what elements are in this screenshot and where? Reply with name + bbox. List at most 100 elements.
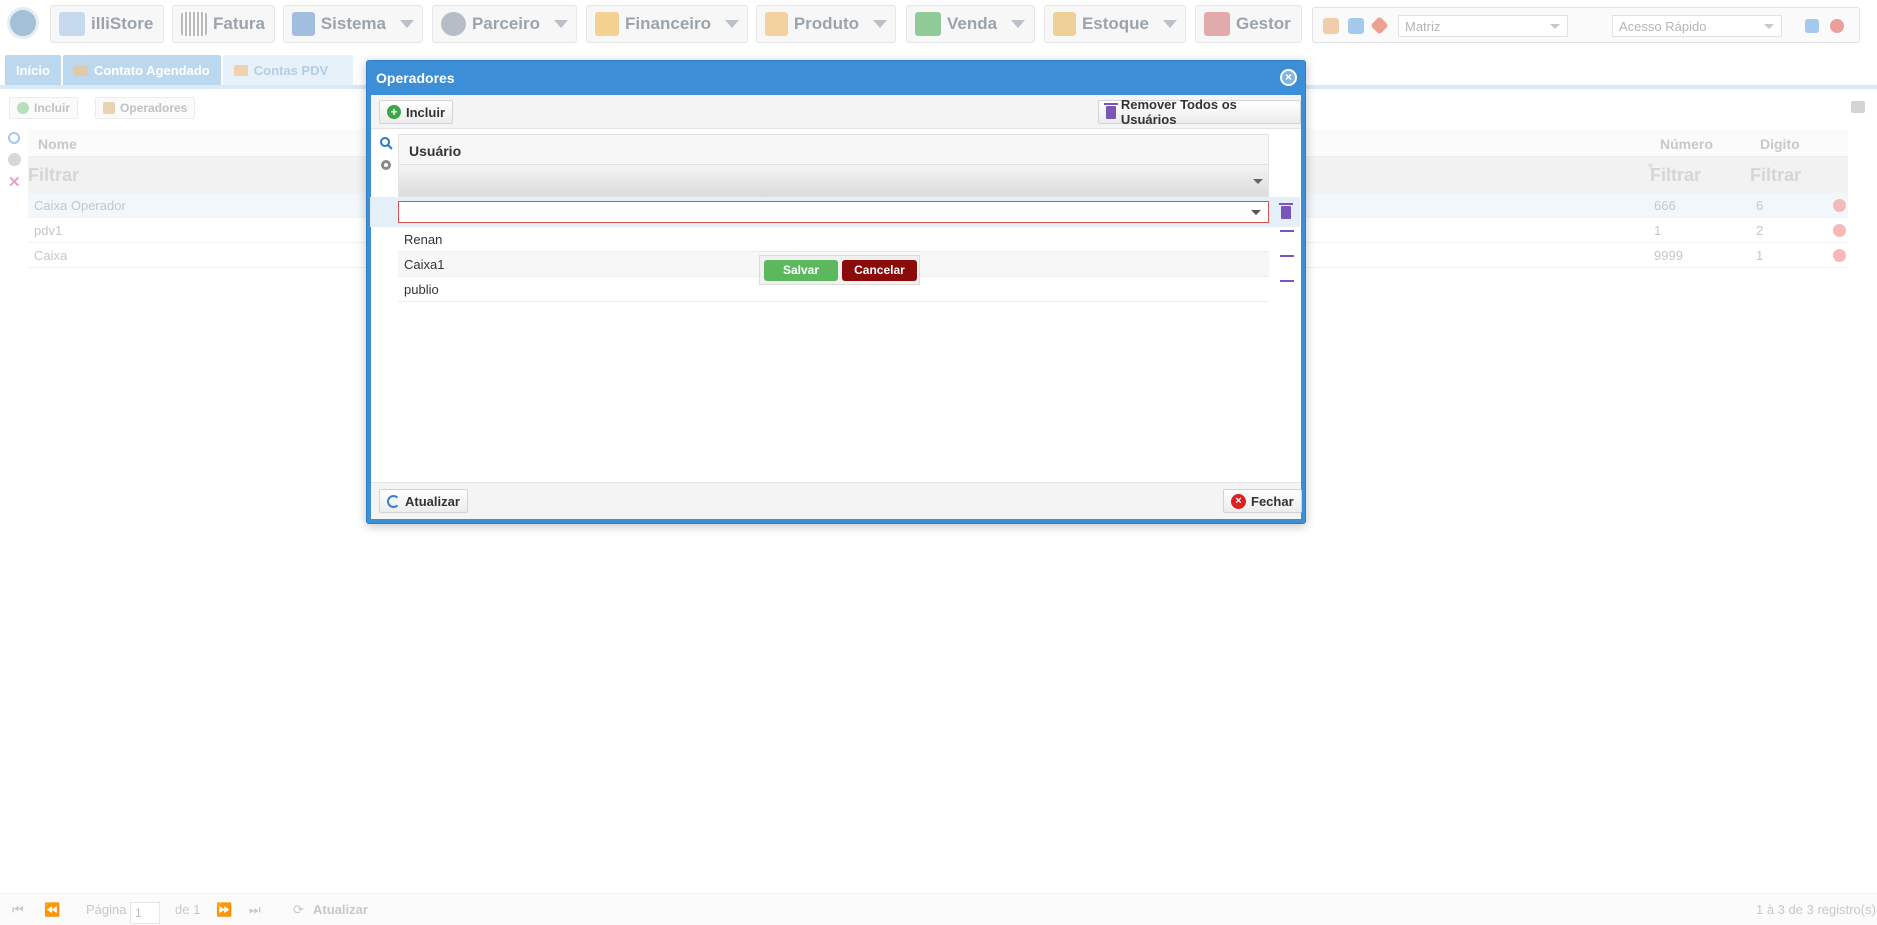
chevron-down-icon [873, 20, 887, 28]
cell-number: 9999 [1654, 248, 1683, 263]
filter-input-digit[interactable]: Filtrar [1750, 165, 1801, 186]
calendar-icon [73, 64, 88, 76]
cell-digit: 2 [1756, 223, 1764, 238]
page-count: de 1 [175, 902, 201, 917]
box-icon [765, 12, 788, 36]
power-icon[interactable] [1830, 19, 1844, 33]
include-button[interactable]: + Incluir [379, 100, 454, 124]
prev-page-icon[interactable]: ⏪ [44, 902, 60, 918]
menu-label: Parceiro [471, 14, 540, 33]
info-icon[interactable] [1805, 19, 1819, 33]
bg-operators-button[interactable]: Operadores [95, 97, 196, 119]
alert-icon[interactable] [1370, 16, 1389, 35]
gear-icon [292, 12, 315, 36]
menu-produto[interactable]: Produto [756, 5, 896, 43]
button-label: Atualizar [405, 493, 460, 509]
refresh-button[interactable]: Atualizar [379, 489, 468, 513]
chevron-down-icon [1253, 179, 1263, 184]
records-count: 1 à 3 de 3 registro(s) [1756, 902, 1876, 917]
tab-inicio[interactable]: Início [5, 55, 61, 85]
dialog-toolbar: + Incluir Remover Todos os Usuários [371, 95, 1301, 129]
column-header-label: Usuário [409, 143, 462, 159]
dialog-body: + Incluir Remover Todos os Usuários Usuá… [370, 95, 1302, 519]
column-header-number[interactable]: Número [1660, 136, 1713, 152]
column-header-digit[interactable]: Digito [1760, 136, 1800, 152]
search-icon[interactable] [379, 136, 393, 150]
top-menu-bar: illiStore Fatura Sistema Parceiro Financ… [0, 0, 1877, 46]
hand-box-icon [1053, 12, 1076, 36]
cell-user: Caixa1 [404, 257, 445, 272]
page-input[interactable]: 1 [130, 902, 160, 924]
tab-contato-agendado[interactable]: Contato Agendado [62, 55, 221, 85]
trash-icon[interactable] [1279, 203, 1293, 219]
tab-label: Início [16, 62, 50, 78]
branch-select[interactable]: Matriz [1398, 15, 1568, 37]
presentation-icon [1204, 12, 1230, 36]
filter-input-name[interactable]: Filtrar [28, 165, 79, 186]
plus-icon: + [387, 105, 401, 119]
people-icon [441, 12, 466, 36]
chevron-down-icon [400, 20, 414, 28]
chevron-down-icon [554, 20, 568, 28]
app-logo-icon[interactable] [7, 7, 39, 39]
print-icon[interactable] [1851, 101, 1865, 113]
search-icon[interactable] [8, 132, 20, 144]
row-editor-popup: Salvar Cancelar [759, 255, 920, 285]
chevron-down-icon [1163, 20, 1177, 28]
menu-label: Fatura [213, 14, 265, 33]
filter-input-number[interactable]: Filtrar [1650, 165, 1701, 186]
user-filter-select[interactable] [398, 164, 1269, 197]
delete-row-icon[interactable] [1833, 199, 1846, 212]
refresh-icon[interactable]: ⟳ [293, 902, 304, 918]
cancel-button[interactable]: Cancelar [842, 260, 917, 281]
delete-row-icon[interactable] [1833, 224, 1846, 237]
menu-gestor[interactable]: Gestor [1195, 5, 1302, 43]
chevron-down-icon [1011, 20, 1026, 28]
menu-financeiro[interactable]: Financeiro [586, 5, 748, 43]
user-combobox-input[interactable] [398, 201, 1269, 223]
clear-filter-icon[interactable]: ✕ [8, 173, 21, 191]
cell-name: Caixa [34, 248, 68, 263]
delete-row-icon[interactable] [1833, 249, 1846, 262]
chat-icon[interactable] [1348, 18, 1364, 34]
menu-illistore[interactable]: illiStore [50, 5, 164, 43]
tab-label: Contato Agendado [93, 62, 210, 78]
menu-estoque[interactable]: Estoque [1044, 5, 1186, 43]
bg-include-button[interactable]: Incluir [9, 97, 79, 119]
close-icon[interactable]: × [1280, 69, 1297, 86]
gear-icon[interactable] [8, 153, 21, 166]
chevron-down-icon [1764, 24, 1774, 29]
quick-access-placeholder: Acesso Rápido [1619, 19, 1707, 34]
remove-all-users-button[interactable]: Remover Todos os Usuários [1098, 97, 1301, 127]
cell-name: Caixa Operador [34, 198, 126, 213]
barcode-icon [181, 12, 207, 36]
last-page-icon[interactable]: ⏭ [249, 902, 261, 918]
column-header-user[interactable]: Usuário [398, 134, 1269, 164]
page-label: Página [86, 902, 127, 917]
menu-label: Venda [947, 14, 998, 33]
cell-user: Renan [404, 232, 443, 247]
trash-icon [1104, 102, 1118, 119]
bar-chart-icon [595, 12, 620, 36]
branch-select-value: Matriz [1405, 19, 1441, 34]
menu-venda[interactable]: Venda [906, 5, 1035, 43]
column-header-name[interactable]: Nome [38, 136, 77, 152]
cell-digit: 1 [1756, 248, 1764, 263]
pager-refresh-button[interactable]: Atualizar [313, 902, 368, 917]
close-button[interactable]: × Fechar [1223, 489, 1302, 513]
next-page-icon[interactable]: ⏩ [216, 902, 232, 918]
user-icon[interactable] [1323, 18, 1339, 34]
menu-fatura[interactable]: Fatura [172, 5, 275, 43]
button-label: Remover Todos os Usuários [1120, 97, 1237, 127]
gear-icon[interactable] [379, 158, 393, 172]
first-page-icon[interactable]: ⏮ [12, 902, 24, 918]
tab-contas-pdv[interactable]: Contas PDV [222, 55, 353, 85]
menu-label: Gestor [1236, 14, 1291, 33]
button-label: Incluir [406, 104, 446, 120]
menu-label: Produto [793, 14, 859, 33]
menu-parceiro[interactable]: Parceiro [432, 5, 577, 43]
table-row[interactable]: Renan [398, 227, 1269, 252]
save-button[interactable]: Salvar [764, 260, 838, 281]
menu-sistema[interactable]: Sistema [283, 5, 423, 43]
quick-access-select[interactable]: Acesso Rápido [1612, 15, 1782, 37]
